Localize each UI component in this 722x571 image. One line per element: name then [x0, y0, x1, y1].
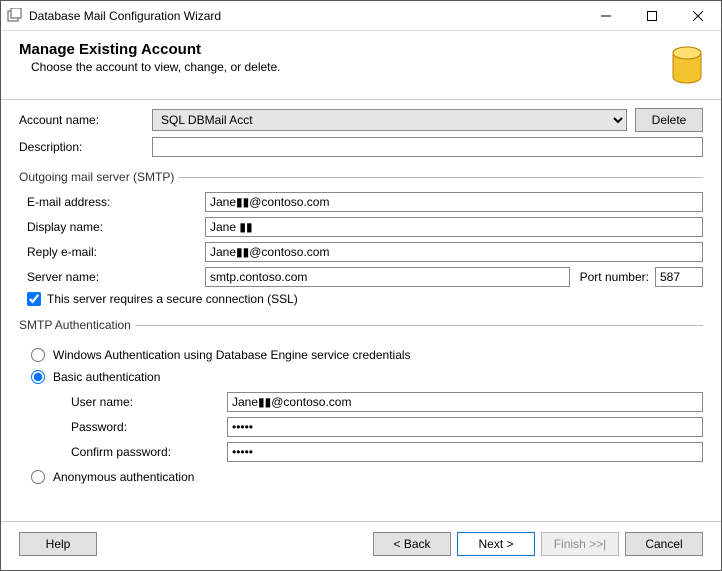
anonymous-auth-radio[interactable]	[31, 470, 45, 484]
anonymous-auth-label: Anonymous authentication	[53, 470, 194, 484]
titlebar: Database Mail Configuration Wizard	[1, 1, 721, 31]
delete-button[interactable]: Delete	[635, 108, 703, 132]
window-title: Database Mail Configuration Wizard	[29, 9, 221, 23]
reply-email-input[interactable]	[205, 242, 703, 262]
next-button[interactable]: Next >	[457, 532, 535, 556]
back-button[interactable]: < Back	[373, 532, 451, 556]
wizard-footer: Help < Back Next > Finish >>| Cancel	[1, 521, 721, 570]
password-label: Password:	[41, 420, 227, 434]
database-icon	[655, 41, 703, 89]
account-name-select[interactable]: SQL DBMail Acct	[152, 109, 627, 131]
page-subtitle: Choose the account to view, change, or d…	[31, 60, 655, 74]
server-name-input[interactable]	[205, 267, 570, 287]
confirm-password-label: Confirm password:	[41, 445, 227, 459]
windows-auth-radio[interactable]	[31, 348, 45, 362]
cancel-button[interactable]: Cancel	[625, 532, 703, 556]
help-button[interactable]: Help	[19, 532, 97, 556]
account-name-label: Account name:	[19, 113, 152, 127]
email-label: E-mail address:	[19, 195, 205, 209]
username-input[interactable]	[227, 392, 703, 412]
smtp-legend: Outgoing mail server (SMTP)	[19, 170, 178, 184]
display-name-label: Display name:	[19, 220, 205, 234]
app-icon	[7, 8, 23, 24]
port-input[interactable]	[655, 267, 703, 287]
minimize-button[interactable]	[583, 1, 629, 31]
ssl-checkbox[interactable]	[27, 292, 41, 306]
ssl-label: This server requires a secure connection…	[47, 292, 298, 306]
display-name-input[interactable]	[205, 217, 703, 237]
smtp-group: Outgoing mail server (SMTP) E-mail addre…	[19, 170, 703, 306]
password-input[interactable]	[227, 417, 703, 437]
basic-auth-radio[interactable]	[31, 370, 45, 384]
confirm-password-input[interactable]	[227, 442, 703, 462]
username-label: User name:	[41, 395, 227, 409]
description-label: Description:	[19, 140, 152, 154]
server-name-label: Server name:	[19, 270, 205, 284]
email-input[interactable]	[205, 192, 703, 212]
maximize-button[interactable]	[629, 1, 675, 31]
description-input[interactable]	[152, 137, 703, 157]
port-label: Port number:	[580, 270, 649, 284]
auth-legend: SMTP Authentication	[19, 318, 135, 332]
wizard-header: Manage Existing Account Choose the accou…	[1, 31, 721, 100]
close-button[interactable]	[675, 1, 721, 31]
basic-auth-label: Basic authentication	[53, 370, 160, 384]
page-title: Manage Existing Account	[19, 41, 655, 58]
auth-group: SMTP Authentication Windows Authenticati…	[19, 318, 703, 492]
finish-button: Finish >>|	[541, 532, 619, 556]
reply-email-label: Reply e-mail:	[19, 245, 205, 259]
windows-auth-label: Windows Authentication using Database En…	[53, 348, 411, 362]
